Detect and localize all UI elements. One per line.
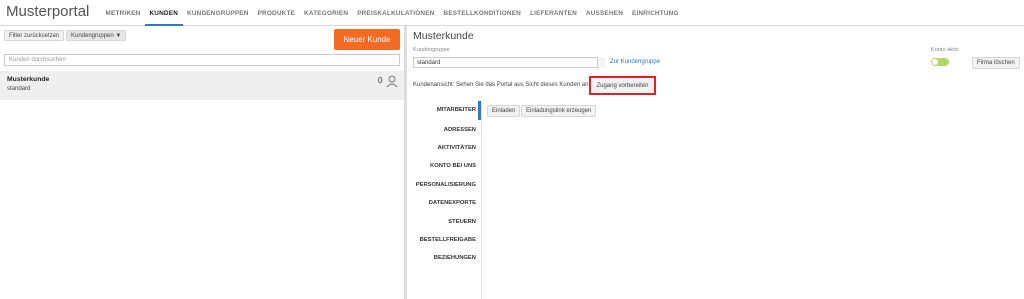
nav-metriken[interactable]: METRIKEN [101,0,145,26]
nav-bestellkonditionen[interactable]: BESTELLKONDITIONEN [439,0,525,26]
filter-reset-button[interactable]: Filter zurücksetzen [4,30,65,41]
tab-konto-bei-uns[interactable]: KONTO BEI UNS [430,163,476,169]
nav-aussehen[interactable]: AUSSEHEN [581,0,627,26]
customer-list-item[interactable]: Musterkunde standard 0 [0,71,404,100]
invite-link-button[interactable]: Einladungslink erzeugen [521,105,597,117]
customer-group-label: Kundengruppe [413,47,450,53]
customer-user-count: 0 [378,76,383,85]
invite-button[interactable]: Einladen [487,105,521,117]
nav-einrichtung[interactable]: EINRICHTUNG [628,0,684,26]
nav-kunden[interactable]: KUNDEN [144,0,183,26]
customer-view-info: Kundenansicht: Sehen Sie das Portal aus … [413,82,589,88]
customer-group: standard [7,86,31,92]
new-customer-button[interactable]: Neuer Kunde [334,29,400,50]
top-bar: Musterportal METRIKEN KUNDEN KUNDENGRUPP… [0,0,1024,26]
tab-mitarbeiter[interactable]: MITARBEITER [437,107,476,113]
select-handle-icon[interactable] [597,57,605,68]
nav-produkte[interactable]: PRODUKTE [253,0,299,26]
tab-datenexporte[interactable]: DATENEXPORTE [429,200,476,206]
tab-beziehungen[interactable]: BEZIEHUNGEN [434,255,476,261]
customer-group-link[interactable]: Zur Kundengruppe [610,59,660,65]
tab-steuern[interactable]: STEUERN [448,219,476,225]
main-nav: METRIKEN KUNDEN KUNDENGRUPPEN PRODUKTE K… [101,0,683,26]
tab-separator [481,101,482,299]
user-icon [386,75,398,88]
active-tab-indicator [478,101,481,120]
customer-name: Musterkunde [7,76,50,83]
customer-group-select[interactable]: standard [413,57,605,68]
customer-detail-title: Musterkunde [413,30,474,42]
account-active-toggle[interactable] [931,58,949,66]
customer-list-panel [0,26,404,299]
tab-bestellfreigabe[interactable]: BESTELLFREIGABE [420,237,476,243]
nav-kategorien[interactable]: KATEGORIEN [300,0,353,26]
delete-company-button[interactable]: Firma löschen [972,57,1020,69]
nav-preiskalkulationen[interactable]: PREISKALKULATIONEN [353,0,439,26]
nav-kundengruppen[interactable]: KUNDENGRUPPEN [183,0,254,26]
tab-personalisierung[interactable]: PERSONALISIERUNG [416,182,476,188]
prepare-access-button[interactable]: Zugang vorbereiten [589,76,656,95]
customer-search-input[interactable]: Kunden durchsuchen [4,54,400,66]
nav-lieferanten[interactable]: LIEFERANTEN [525,0,581,26]
tab-aktivitaeten[interactable]: AKTIVITÄTEN [438,145,476,151]
brand-title: Musterportal [6,3,90,20]
tab-adressen[interactable]: ADRESSEN [444,127,476,133]
customer-group-filter[interactable]: Kundengruppen ▼ [66,30,127,41]
account-active-label: Konto aktiv [931,47,959,53]
